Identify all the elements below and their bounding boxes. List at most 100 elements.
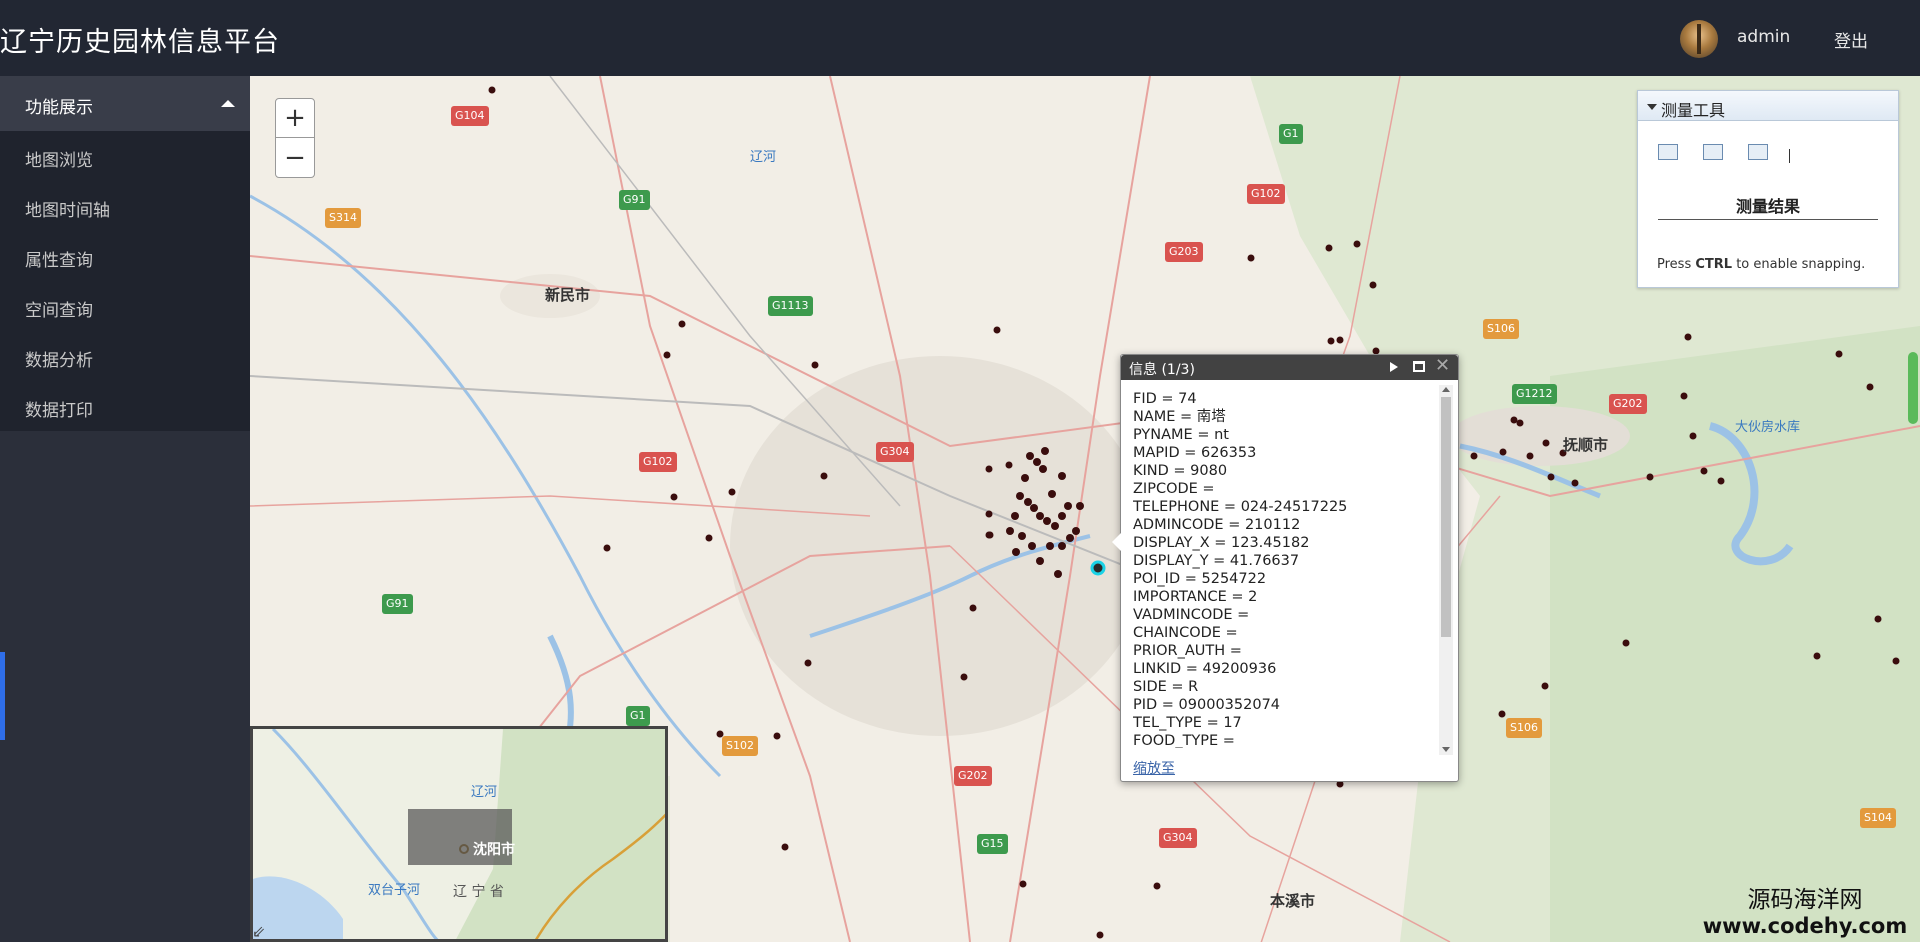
menu-item-label: 数据分析: [25, 351, 93, 371]
overview-map[interactable]: 辽河 沈阳市 双台子河 辽 宁 省: [250, 726, 668, 942]
map-label-benxi: 本溪市: [1270, 892, 1316, 910]
attr-row: LINKID = 49200936: [1133, 661, 1277, 677]
menu-item-label: 地图时间轴: [25, 201, 110, 221]
menu-item-spatial-query[interactable]: 空间查询: [0, 281, 250, 331]
overview-label-liaoning: 辽 宁 省: [453, 884, 504, 900]
road-shield: G304: [876, 442, 914, 462]
road-shield: S104: [1860, 808, 1896, 828]
measure-tool-title: 测量工具: [1661, 101, 1726, 120]
popup-attributes: FID = 74 NAME = 南塔 PYNAME = nt MAPID = 6…: [1133, 390, 1433, 748]
menu-item-label: 数据打印: [25, 401, 93, 421]
measure-tool-panel: 测量工具 测量结果 Press CTRL to enable snapping.: [1637, 90, 1899, 288]
map-label-xinmin: 新民市: [545, 286, 591, 304]
hint-suffix: to enable snapping.: [1732, 257, 1866, 272]
popup-pointer: [1112, 533, 1121, 551]
watermark-line1: 源码海洋网: [1747, 887, 1863, 913]
road-shield: G1113: [768, 296, 813, 316]
toolbar-separator: [1789, 149, 1790, 163]
collapse-icon: [1647, 104, 1657, 110]
measure-tool-header[interactable]: 测量工具: [1638, 91, 1898, 121]
map-view[interactable]: + − 新民市 抚顺市 本溪市 辽河 大伙房水库 G104 G1 G102 G9…: [250, 76, 1920, 942]
zoom-in-button[interactable]: +: [276, 99, 314, 138]
attr-row: MAPID = 626353: [1133, 445, 1257, 461]
overview-label-shenyang: 沈阳市: [473, 842, 515, 858]
menu-group-label: 功能展示: [25, 98, 93, 118]
menu-item-label: 属性查询: [25, 251, 93, 271]
next-feature-icon[interactable]: [1390, 362, 1398, 372]
map-label-fushun: 抚顺市: [1563, 436, 1609, 454]
road-shield: G104: [451, 106, 489, 126]
attr-row: PYNAME = nt: [1133, 427, 1229, 443]
info-popup: 信息 (1/3) ✕ FID = 74 NAME = 南塔 PYNAME = n…: [1112, 354, 1459, 782]
menu-item-map-browse[interactable]: 地图浏览: [0, 131, 250, 181]
road-shield: S314: [325, 208, 361, 228]
road-shield: G1212: [1512, 384, 1557, 404]
menu-item-data-analysis[interactable]: 数据分析: [0, 331, 250, 381]
road-shield: G102: [1247, 184, 1285, 204]
avatar[interactable]: [1680, 20, 1718, 58]
popup-scrollbar[interactable]: [1439, 385, 1453, 755]
menu-list: 地图浏览 地图时间轴 属性查询 空间查询 数据分析 数据打印: [0, 131, 250, 431]
sidebar: 功能展示 地图浏览 地图时间轴 属性查询 空间查询 数据分析 数据打印: [0, 76, 250, 942]
attr-row: POI_ID = 5254722: [1133, 571, 1267, 587]
watermark-line2: www.codehy.com: [1702, 914, 1908, 938]
attr-row: KIND = 9080: [1133, 463, 1228, 479]
zoom-control: + −: [275, 98, 315, 178]
menu-item-attribute-query[interactable]: 属性查询: [0, 231, 250, 281]
scroll-thumb[interactable]: [1441, 397, 1451, 637]
app-title: 辽宁历史园林信息平台: [0, 27, 280, 58]
road-shield: G304: [1159, 828, 1197, 848]
road-shield: G91: [619, 190, 650, 210]
attr-row: ADMINCODE = 210112: [1133, 517, 1301, 533]
attr-row: IMPORTANCE = 2: [1133, 589, 1258, 605]
scroll-down-icon[interactable]: [1442, 747, 1450, 752]
snapping-hint: Press CTRL to enable snapping.: [1657, 257, 1865, 272]
menu-group-feature-display[interactable]: 功能展示: [0, 76, 250, 131]
attr-row: CHAINCODE =: [1133, 625, 1238, 641]
measure-location-icon[interactable]: [1748, 144, 1768, 160]
measure-area-icon[interactable]: [1658, 144, 1678, 160]
attr-row: PID = 09000352074: [1133, 697, 1281, 713]
attr-row: DISPLAY_X = 123.45182: [1133, 535, 1310, 551]
menu-item-map-timeline[interactable]: 地图时间轴: [0, 181, 250, 231]
resize-icon[interactable]: ⇙: [252, 922, 265, 941]
zoom-out-button[interactable]: −: [276, 139, 314, 178]
menu-item-label: 地图浏览: [25, 151, 93, 171]
road-shield: S106: [1483, 319, 1519, 339]
attr-row: SIDE = R: [1133, 679, 1199, 695]
attr-row: DISPLAY_Y = 41.76637: [1133, 553, 1300, 569]
road-shield: G15: [977, 834, 1008, 854]
username[interactable]: admin: [1737, 27, 1790, 47]
logout-button[interactable]: 登出: [1834, 27, 1868, 52]
caret-up-icon: [221, 100, 235, 107]
road-shield: G1: [1279, 124, 1303, 144]
measure-result-label: 测量结果: [1658, 193, 1878, 220]
attr-row: TELEPHONE = 024-24517225: [1133, 499, 1348, 515]
road-shield: G203: [1165, 242, 1203, 262]
road-shield: G91: [382, 594, 413, 614]
overview-label-liaohe: 辽河: [471, 785, 498, 800]
map-label-dahuofang: 大伙房水库: [1735, 420, 1801, 435]
scroll-up-icon[interactable]: [1442, 387, 1450, 392]
zoom-to-link[interactable]: 缩放至: [1133, 758, 1175, 778]
attr-row: FID = 74: [1133, 391, 1197, 407]
road-shield: G1: [626, 706, 650, 726]
menu-item-label: 空间查询: [25, 301, 93, 321]
app-header: 辽宁历史园林信息平台 admin 登出: [0, 0, 1920, 76]
popup-header: 信息 (1/3) ✕: [1121, 355, 1458, 380]
menu-item-data-print[interactable]: 数据打印: [0, 381, 250, 431]
road-shield: G202: [1609, 394, 1647, 414]
attr-row: NAME = 南塔: [1133, 409, 1226, 425]
map-scroll-handle[interactable]: [1908, 352, 1918, 424]
attr-row: ZIPCODE =: [1133, 481, 1215, 497]
popup-title: 信息 (1/3): [1129, 362, 1195, 378]
sidebar-indicator: [0, 652, 5, 740]
hint-prefix: Press: [1657, 257, 1696, 272]
road-shield: G202: [954, 766, 992, 786]
road-shield: G102: [639, 452, 677, 472]
watermark: 源码海洋网 www.codehy.com: [1700, 880, 1910, 938]
close-icon[interactable]: ✕: [1435, 356, 1450, 376]
measure-distance-icon[interactable]: [1703, 144, 1723, 160]
map-label-liaohe: 辽河: [750, 150, 777, 165]
maximize-icon[interactable]: [1413, 361, 1425, 372]
